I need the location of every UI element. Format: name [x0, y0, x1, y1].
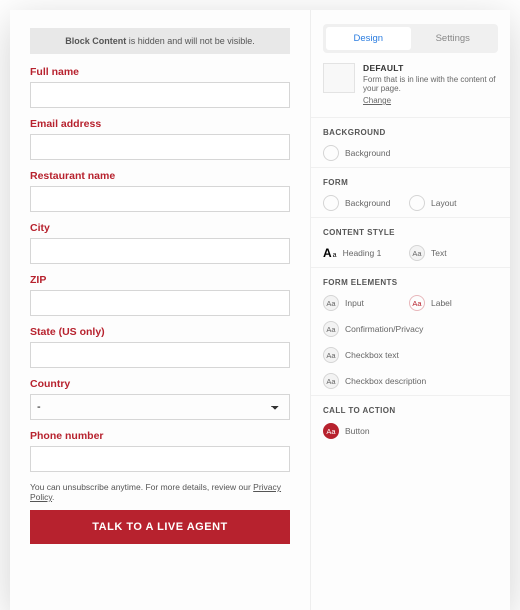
opt-input[interactable]: AaInput	[323, 295, 395, 311]
circle-icon	[323, 195, 339, 211]
select-country[interactable]: -	[30, 394, 290, 420]
section-content-heading: CONTENT STYLE	[323, 228, 498, 237]
aa-icon: Aa	[323, 321, 339, 337]
circle-icon	[409, 195, 425, 211]
opt-form-background[interactable]: Background	[323, 195, 395, 211]
input-restaurant[interactable]	[30, 186, 290, 212]
label-email: Email address	[30, 118, 290, 130]
tab-settings[interactable]: Settings	[411, 27, 496, 50]
opt-checkbox-desc[interactable]: AaCheckbox description	[323, 373, 426, 389]
opt-background[interactable]: Background	[323, 145, 395, 161]
opt-text[interactable]: AaText	[409, 245, 481, 261]
form-panel: Block Content is hidden and will not be …	[10, 10, 310, 610]
circle-icon	[323, 145, 339, 161]
label-restaurant: Restaurant name	[30, 170, 290, 182]
label-country: Country	[30, 378, 290, 390]
input-state[interactable]	[30, 342, 290, 368]
aa-icon: Aa	[323, 423, 339, 439]
input-full-name[interactable]	[30, 82, 290, 108]
preset-row: DEFAULT Form that is in line with the co…	[311, 63, 510, 117]
opt-button[interactable]: AaButton	[323, 423, 395, 439]
input-email[interactable]	[30, 134, 290, 160]
opt-confirmation[interactable]: AaConfirmation/Privacy	[323, 321, 473, 337]
section-background-heading: BACKGROUND	[323, 128, 498, 137]
preset-desc: Form that is in line with the content of…	[363, 75, 498, 93]
input-city[interactable]	[30, 238, 290, 264]
preset-swatch	[323, 63, 355, 93]
unsubscribe-text: You can unsubscribe anytime. For more de…	[30, 482, 290, 502]
aa-icon: Aa	[323, 347, 339, 363]
opt-heading1[interactable]: AaHeading 1	[323, 245, 395, 261]
talk-to-agent-button[interactable]: TALK TO A LIVE AGENT	[30, 510, 290, 544]
aa-icon: Aa	[409, 295, 425, 311]
label-zip: ZIP	[30, 274, 290, 286]
opt-form-layout[interactable]: Layout	[409, 195, 481, 211]
settings-sidebar: Design Settings DEFAULT Form that is in …	[310, 10, 510, 610]
section-form-heading: FORM	[323, 178, 498, 187]
input-phone[interactable]	[30, 446, 290, 472]
input-zip[interactable]	[30, 290, 290, 316]
tab-design[interactable]: Design	[326, 27, 411, 50]
label-city: City	[30, 222, 290, 234]
opt-checkbox-text[interactable]: AaCheckbox text	[323, 347, 399, 363]
aa-icon: Aa	[409, 245, 425, 261]
label-full-name: Full name	[30, 66, 290, 78]
font-icon: Aa	[323, 246, 337, 260]
hidden-notice: Block Content is hidden and will not be …	[30, 28, 290, 54]
opt-label[interactable]: AaLabel	[409, 295, 481, 311]
tabs: Design Settings	[323, 24, 498, 53]
preset-title: DEFAULT	[363, 63, 498, 73]
section-cta-heading: CALL TO ACTION	[323, 406, 498, 415]
aa-icon: Aa	[323, 373, 339, 389]
label-state: State (US only)	[30, 326, 290, 338]
section-elements-heading: FORM ELEMENTS	[323, 278, 498, 287]
aa-icon: Aa	[323, 295, 339, 311]
preset-change-link[interactable]: Change	[363, 96, 391, 105]
label-phone: Phone number	[30, 430, 290, 442]
